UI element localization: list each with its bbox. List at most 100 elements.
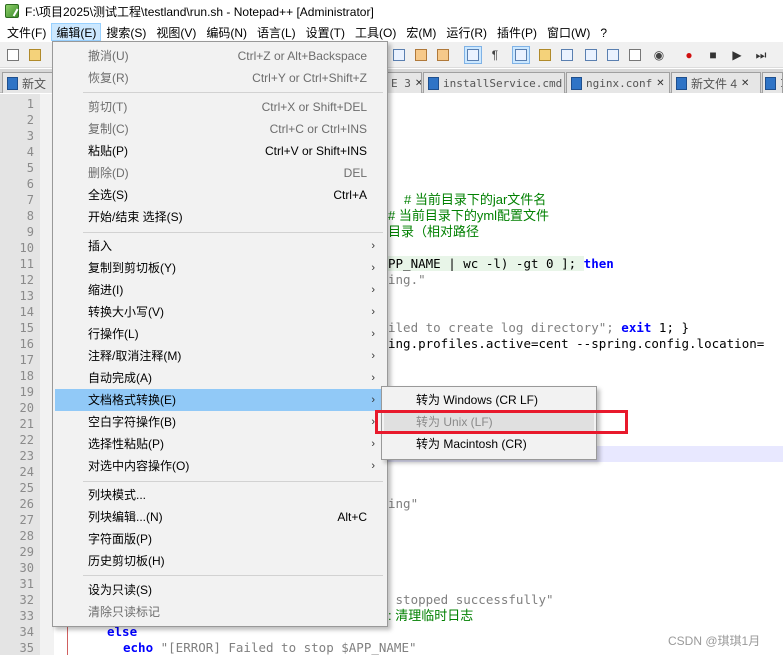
close-tab-icon[interactable]: ✕ — [656, 78, 664, 89]
menu-separator — [83, 575, 383, 576]
line-number: 32 — [19, 593, 34, 607]
menu-blank-operations[interactable]: 空白字符操作(B) › — [55, 411, 385, 433]
line-number: 11 — [19, 257, 34, 271]
menu-encoding[interactable]: 编码(N) — [201, 23, 252, 41]
tab-nginx-conf[interactable]: nginx.conf ✕ — [566, 72, 670, 93]
code-line: PP_NAME | wc -l) -gt 0 ]; then — [388, 256, 614, 271]
sync-horizontal-icon[interactable] — [434, 46, 452, 64]
show-all-chars-icon[interactable]: ¶ — [486, 46, 504, 64]
menu-auto-completion[interactable]: 自动完成(A) › — [55, 367, 385, 389]
chevron-right-icon: › — [371, 306, 375, 318]
line-number: 17 — [19, 353, 34, 367]
new-file-icon[interactable] — [4, 46, 22, 64]
close-tab-icon[interactable]: ✕ — [415, 78, 421, 89]
close-tab-icon[interactable]: ✕ — [741, 78, 749, 89]
menu-undo[interactable]: 撤消(U) Ctrl+Z or Alt+Backspace — [55, 45, 385, 67]
menu-settings[interactable]: 设置(T) — [301, 23, 350, 41]
zoom-in-icon[interactable] — [390, 46, 408, 64]
menu-file[interactable]: 文件(F) — [2, 23, 51, 41]
menu-window[interactable]: 窗口(W) — [542, 23, 595, 41]
eye-icon[interactable]: ◉ — [650, 46, 668, 64]
menu-redo[interactable]: 恢复(R) Ctrl+Y or Ctrl+Shift+Z — [55, 67, 385, 89]
menu-tools[interactable]: 工具(O) — [350, 23, 401, 41]
line-number: 23 — [19, 449, 34, 463]
menu-view[interactable]: 视图(V) — [151, 23, 201, 41]
line-number: 2 — [26, 113, 34, 127]
macro-record-icon[interactable]: ● — [680, 46, 698, 64]
macro-play-multiple-icon[interactable]: ⏭ — [752, 46, 770, 64]
macro-stop-icon[interactable]: ■ — [704, 46, 722, 64]
menu-on-selection[interactable]: 对选中内容操作(O) › — [55, 455, 385, 477]
line-number: 3 — [26, 129, 34, 143]
menu-insert[interactable]: 插入 › — [55, 235, 385, 257]
chevron-right-icon: › — [371, 328, 375, 340]
line-number: 24 — [19, 465, 34, 479]
menu-comment-uncomment[interactable]: 注释/取消注释(M) › — [55, 345, 385, 367]
menu-convert-to-macintosh[interactable]: 转为 Macintosh (CR) — [384, 433, 594, 455]
menu-cut[interactable]: 剪切(T) Ctrl+X or Shift+DEL — [55, 96, 385, 118]
menu-edit[interactable]: 编辑(E) — [51, 23, 102, 41]
tab-installservice[interactable]: installService.cmd ✕ — [423, 72, 565, 93]
chevron-right-icon: › — [371, 350, 375, 362]
code-comment: # 当前目录下的yml配置文件 — [388, 208, 550, 223]
folder-workspace-icon[interactable] — [582, 46, 600, 64]
monitoring-icon[interactable] — [626, 46, 644, 64]
menu-select-all[interactable]: 全选(S) Ctrl+A — [55, 184, 385, 206]
menu-begin-end-select[interactable]: 开始/结束 选择(S) — [55, 206, 385, 228]
menu-indent[interactable]: 缩进(I) › — [55, 279, 385, 301]
tab-partial[interactable]: I — [762, 72, 783, 93]
macro-play-icon[interactable]: ▶ — [728, 46, 746, 64]
indent-guide-icon[interactable] — [512, 46, 530, 64]
code-comment: : 清理临时日志 — [388, 608, 474, 623]
menu-clipboard-history[interactable]: 历史剪切板(H) — [55, 550, 385, 572]
chevron-right-icon: › — [371, 394, 375, 406]
line-number: 15 — [19, 321, 34, 335]
line-number: 25 — [19, 481, 34, 495]
menu-copy-to-clipboard[interactable]: 复制到剪切板(Y) › — [55, 257, 385, 279]
menu-eol-conversion[interactable]: 文档格式转换(E) › — [55, 389, 385, 411]
chevron-right-icon: › — [371, 240, 375, 252]
tab-new-file-4[interactable]: 新文件 4 ✕ — [671, 72, 761, 93]
line-number: 10 — [19, 241, 34, 255]
menu-column-editor[interactable]: 列块编辑...(N) Alt+C — [55, 506, 385, 528]
menu-search[interactable]: 搜索(S) — [101, 23, 151, 41]
menu-plugins[interactable]: 插件(P) — [492, 23, 542, 41]
menu-character-panel[interactable]: 字符面版(P) — [55, 528, 385, 550]
title-bar: F:\项目2025\测试工程\testland\run.sh - Notepad… — [0, 0, 783, 22]
menu-clear-read-only[interactable]: 清除只读标记 — [55, 601, 385, 623]
code-comment: # 当前目录下的jar文件名 — [404, 192, 547, 207]
tab-new-file[interactable]: 新文 — [2, 72, 54, 93]
menu-language[interactable]: 语言(L) — [252, 23, 301, 41]
sync-vertical-icon[interactable] — [412, 46, 430, 64]
doc-map-icon[interactable] — [536, 46, 554, 64]
tab-new-file-3[interactable]: E 3 ✕ — [386, 72, 422, 93]
menu-copy[interactable]: 复制(C) Ctrl+C or Ctrl+INS — [55, 118, 385, 140]
line-number: 16 — [19, 337, 34, 351]
menu-bar: 文件(F) 编辑(E) 搜索(S) 视图(V) 编码(N) 语言(L) 设置(T… — [0, 22, 783, 42]
menu-paste-special[interactable]: 选择性粘贴(P) › — [55, 433, 385, 455]
line-number: 14 — [19, 305, 34, 319]
menu-convert-to-windows[interactable]: 转为 Windows (CR LF) — [384, 389, 594, 411]
menu-column-mode[interactable]: 列块模式... — [55, 484, 385, 506]
window-title: F:\项目2025\测试工程\testland\run.sh - Notepad… — [25, 4, 374, 19]
menu-macro[interactable]: 宏(M) — [401, 23, 441, 41]
line-number: 26 — [19, 497, 34, 511]
line-number: 19 — [19, 385, 34, 399]
chevron-right-icon: › — [371, 262, 375, 274]
menu-separator — [83, 92, 383, 93]
menu-set-read-only[interactable]: 设为只读(S) — [55, 579, 385, 601]
code-line: ing.profiles.active=cent --spring.config… — [388, 336, 765, 351]
menu-run[interactable]: 运行(R) — [441, 23, 492, 41]
function-list-icon[interactable] — [558, 46, 576, 64]
file-icon — [676, 76, 687, 90]
line-number: 8 — [26, 209, 34, 223]
doc-list-icon[interactable] — [604, 46, 622, 64]
menu-line-operations[interactable]: 行操作(L) › — [55, 323, 385, 345]
menu-paste[interactable]: 粘贴(P) Ctrl+V or Shift+INS — [55, 140, 385, 162]
menu-convert-case[interactable]: 转换大小写(V) › — [55, 301, 385, 323]
word-wrap-icon[interactable] — [464, 46, 482, 64]
menu-help[interactable]: ? — [595, 23, 612, 41]
open-file-icon[interactable] — [26, 46, 44, 64]
menu-delete[interactable]: 删除(D) DEL — [55, 162, 385, 184]
line-number: 4 — [26, 145, 34, 159]
